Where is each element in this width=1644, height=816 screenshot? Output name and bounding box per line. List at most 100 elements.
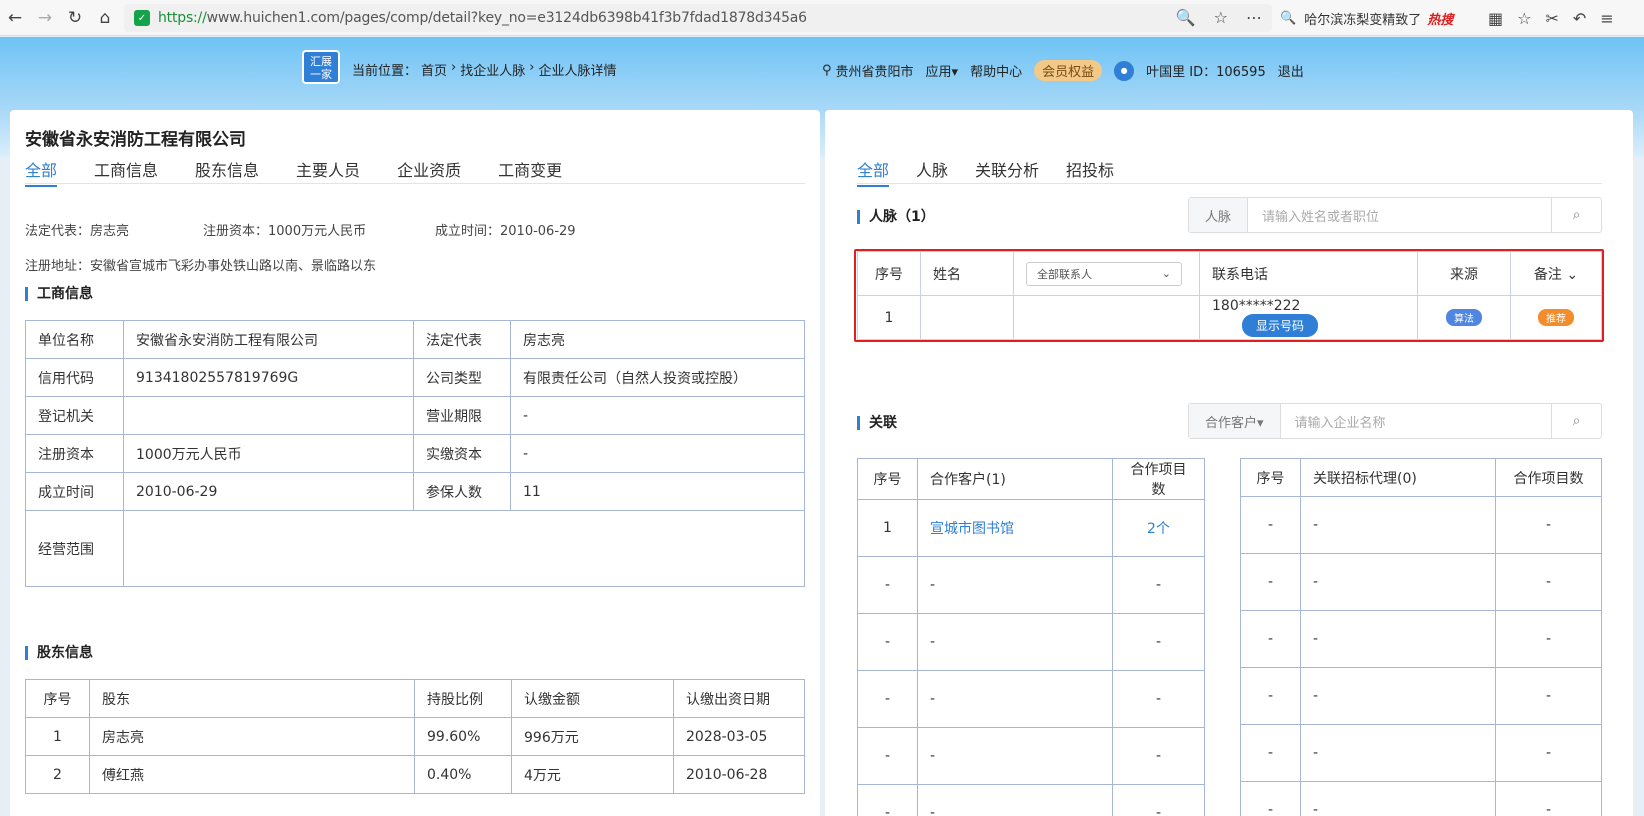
relation-search-input[interactable]: 请输入企业名称 (1281, 412, 1551, 431)
apps-grid-icon[interactable]: ▦ (1488, 9, 1503, 28)
table-row: --- (857, 727, 1205, 785)
table-header-cell: 关联招标代理(0) (1300, 458, 1496, 497)
forward-icon[interactable]: → (30, 3, 60, 33)
table-cell: 公司类型 (413, 358, 511, 397)
help-center-link[interactable]: 帮助中心 (970, 61, 1022, 80)
table-cell: 实缴资本 (413, 434, 511, 473)
table-row: --- (857, 613, 1205, 671)
table-cell: - (1240, 496, 1301, 554)
address: 注册地址：安徽省宣城市飞彩办事处铁山路以南、景临路以东 (25, 259, 377, 274)
table-cell: - (1112, 670, 1205, 728)
favorites-icon[interactable]: ☆ (1517, 9, 1531, 28)
table-cell: 登记机关 (25, 396, 124, 435)
table-cell: - (857, 727, 918, 785)
table-header-cell: 序号 (25, 679, 90, 718)
table-cell: - (857, 613, 918, 671)
zoom-icon[interactable]: 🔍 (1176, 8, 1196, 27)
member-benefits-button[interactable]: 会员权益 (1034, 60, 1103, 81)
address-bar[interactable]: ✓ https://www.huichen1.com/pages/comp/de… (124, 4, 1272, 32)
search-icon[interactable]: ⌕ (1551, 404, 1601, 438)
crumb-home[interactable]: 首页 (421, 60, 447, 79)
table-row: --- (1240, 496, 1602, 554)
table-cell: - (1240, 667, 1301, 725)
apps-menu[interactable]: 应用▾ (926, 61, 959, 80)
table-cell: 1 (25, 717, 90, 756)
table-cell: - (1495, 610, 1602, 668)
scope-label: 经营范围 (25, 510, 124, 587)
url-text[interactable]: https://www.huichen1.com/pages/comp/deta… (158, 10, 807, 26)
secure-shield-icon: ✓ (134, 10, 150, 26)
table-cell: - (857, 556, 918, 614)
people-search-input[interactable]: 请输入姓名或者职位 (1248, 206, 1551, 225)
table-header-cell: 合作客户(1) (917, 458, 1113, 500)
reload-icon[interactable]: ↻ (60, 3, 90, 33)
table-header-cell: 合作项目数 (1495, 458, 1602, 497)
crumb-find[interactable]: 找企业人脉 (460, 60, 525, 79)
location-text[interactable]: 贵州省贵阳市 (836, 61, 914, 80)
site-header: 汇展 一家 当前位置： 首页 › 找企业人脉 › 企业人脉详情 ⚲ 贵州省贵阳市 应用… (0, 48, 1644, 88)
table-cell: - (1495, 496, 1602, 554)
capital: 注册资本：1000万元人民币 (203, 224, 367, 239)
table-header-row: 序号 合作客户(1) 合作项目数 (857, 458, 1205, 500)
scissors-icon[interactable]: ✂ (1545, 9, 1558, 28)
biz-table: 单位名称 安徽省永安消防工程有限公司 法定代表 房志亮 信用代码 913418025578… (25, 320, 805, 587)
more-icon[interactable]: ⋯ (1246, 8, 1262, 27)
back-icon[interactable]: ← (0, 3, 30, 33)
table-header-cell: 序号 (1240, 458, 1301, 497)
table-cell: 参保人数 (413, 472, 511, 511)
table-cell: 2010-06-28 (673, 755, 805, 794)
table-cell: - (1240, 724, 1301, 782)
shareholder-section-title: 股东信息 (25, 646, 93, 660)
table-cell: - (510, 434, 805, 473)
table-row: --- (857, 670, 1205, 728)
divider (25, 183, 805, 184)
star-icon[interactable]: ☆ (1214, 8, 1228, 27)
hot-search[interactable]: 🔍 哈尔滨冻梨变精致了 热搜 (1272, 4, 1470, 32)
table-cell: 注册资本 (25, 434, 124, 473)
site-logo[interactable]: 汇展 一家 (302, 50, 340, 84)
table-cell: - (917, 556, 1113, 614)
table-cell: 房志亮 (89, 717, 415, 756)
table-cell: - (1300, 667, 1496, 725)
table-row: --- (857, 556, 1205, 614)
table-cell: 1 (857, 499, 918, 557)
table-cell: 1000万元人民币 (123, 434, 414, 473)
table-row: 1 宣城市图书馆 2个 (857, 499, 1205, 557)
table-cell: - (1495, 724, 1602, 782)
table-cell: 2010-06-29 (123, 472, 414, 511)
table-cell: - (857, 670, 918, 728)
table-cell: 有限责任公司（自然人投资或控股） (510, 358, 805, 397)
company-name: 安徽省永安消防工程有限公司 (25, 130, 246, 150)
cooperation-table: 序号 合作客户(1) 合作项目数 1 宣城市图书馆 2个 - - - - - - - - - - - - - - - (857, 458, 1205, 816)
relation-type-select[interactable]: 合作客户▾ (1189, 404, 1281, 438)
undo-icon[interactable]: ↶ (1573, 9, 1586, 28)
breadcrumb: 当前位置： 首页 › 找企业人脉 › 企业人脉详情 (352, 60, 617, 79)
table-cell[interactable]: 2个 (1112, 499, 1205, 557)
table-row: --- (1240, 667, 1602, 725)
table-cell: - (917, 784, 1113, 816)
table-row: 注册资本 1000万元人民币 实缴资本 - (25, 434, 805, 473)
table-cell: - (1300, 724, 1496, 782)
table-cell: - (1300, 781, 1496, 816)
table-row: 成立时间 2010-06-29 参保人数 11 (25, 472, 805, 511)
menu-icon[interactable]: ≡ (1600, 9, 1613, 28)
table-row: --- (1240, 781, 1602, 816)
biz-section-title: 工商信息 (25, 287, 93, 301)
home-icon[interactable]: ⌂ (90, 3, 120, 33)
table-header-cell: 股东 (89, 679, 415, 718)
table-cell: 91341802557819769G (123, 358, 414, 397)
table-cell: 傅红燕 (89, 755, 415, 794)
table-cell: 4万元 (511, 755, 674, 794)
table-cell[interactable]: 宣城市图书馆 (917, 499, 1113, 557)
table-header-cell: 认缴金额 (511, 679, 674, 718)
avatar[interactable]: ● (1114, 60, 1135, 81)
table-cell: - (1300, 553, 1496, 611)
table-row: --- (1240, 553, 1602, 611)
crumb-detail: 企业人脉详情 (538, 64, 617, 79)
search-icon[interactable]: ⌕ (1551, 198, 1601, 232)
legal-rep: 法定代表：房志亮 (25, 224, 130, 239)
table-cell: - (1240, 781, 1301, 816)
table-row: 单位名称 安徽省永安消防工程有限公司 法定代表 房志亮 (25, 320, 805, 359)
table-row: 2 傅红燕 0.40% 4万元 2010-06-28 (25, 755, 805, 794)
logout-link[interactable]: 退出 (1278, 61, 1304, 80)
